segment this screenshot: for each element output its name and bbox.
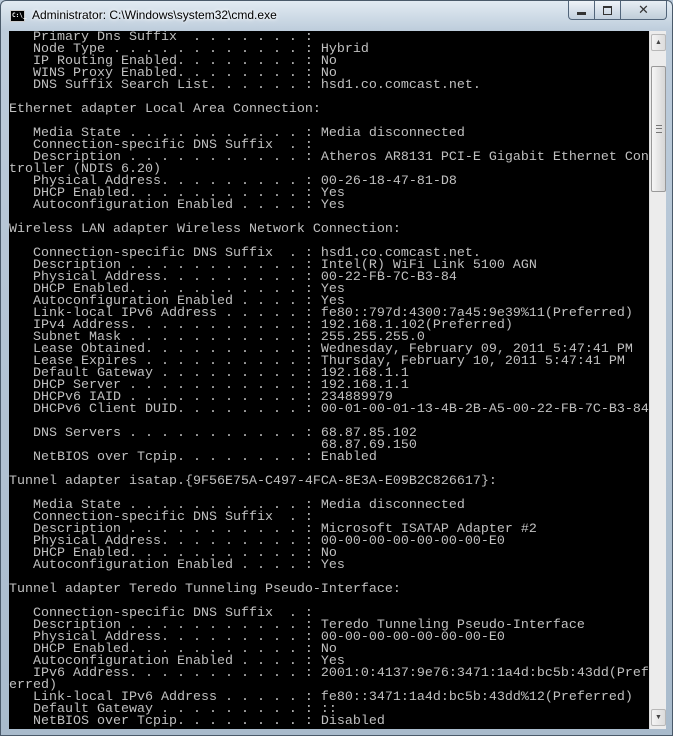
scroll-down-arrow-icon: ▼ [655,714,662,721]
console-line: Ethernet adapter Local Area Connection: [9,102,321,117]
console-line: Tunnel adapter Teredo Tunneling Pseudo-I… [9,582,401,597]
close-button[interactable]: ✕ [621,1,667,20]
console-line: Wireless LAN adapter Wireless Network Co… [9,222,401,237]
scroll-up-arrow-icon: ▲ [655,39,662,46]
title-bar[interactable]: C:\_ Administrator: C:\Windows\system32\… [1,1,673,31]
window-title: Administrator: C:\Windows\system32\cmd.e… [32,8,277,22]
console-lines: Primary Dns Suffix . . . . . . . : Node … [9,31,649,728]
console-line: DHCPv6 Client DUID. . . . . . . . : 00-0… [9,402,649,417]
console-line: Tunnel adapter isatap.{9F56E75A-C497-4FC… [9,474,497,489]
console-line: NetBIOS over Tcpip. . . . . . . . : Disa… [9,714,385,729]
console-line: DNS Suffix Search List. . . . . . : hsd1… [9,78,481,93]
console-line: NetBIOS over Tcpip. . . . . . . . : Enab… [9,450,377,465]
maximize-button[interactable] [595,1,621,20]
scroll-down-button[interactable]: ▼ [651,709,666,726]
console-line: Autoconfiguration Enabled . . . . : Yes [9,558,345,573]
scroll-thumb[interactable] [651,66,666,192]
maximize-icon [603,5,612,15]
close-icon: ✕ [638,2,649,18]
minimize-button[interactable] [568,1,595,20]
window-controls: ✕ [568,1,667,20]
console-line: IPv6 Address. . . . . . . . . . . : 2001… [9,666,649,681]
console-output[interactable]: Primary Dns Suffix . . . . . . . : Node … [9,31,649,729]
scroll-up-button[interactable]: ▲ [651,34,666,51]
minimize-icon [577,11,586,15]
cmd-window: C:\_ Administrator: C:\Windows\system32\… [0,0,673,736]
cmd-icon[interactable]: C:\_ [10,10,26,22]
vertical-scrollbar[interactable]: ▲ ▼ [649,31,666,729]
grip-icon [656,125,662,133]
console-line: Autoconfiguration Enabled . . . . : Yes [9,198,345,213]
